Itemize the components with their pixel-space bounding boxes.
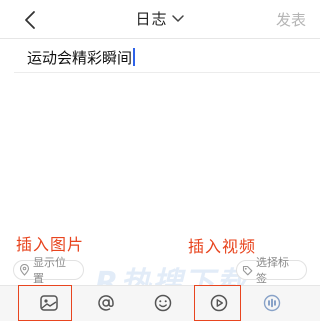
- highlight-box-video: [194, 285, 241, 321]
- location-pin-icon: [19, 264, 30, 276]
- title-input-text: 运动会精彩瞬间: [27, 48, 133, 67]
- annotation-insert-image: 插入图片: [16, 235, 85, 254]
- text-caret: [133, 48, 136, 66]
- select-tags-button[interactable]: 选择标签: [236, 256, 307, 285]
- annotation-insert-video: 插入视频: [188, 237, 257, 256]
- title-divider: [14, 72, 320, 73]
- emoji-button[interactable]: [148, 290, 178, 316]
- title-input[interactable]: 运动会精彩瞬间: [27, 47, 136, 67]
- publish-button[interactable]: 发表: [276, 9, 306, 30]
- page-title-wrap: 日志: [0, 8, 320, 29]
- show-location-button[interactable]: 显示位置: [13, 256, 84, 285]
- audio-button[interactable]: [257, 290, 287, 316]
- highlight-box-image: [18, 285, 72, 321]
- mention-button[interactable]: [91, 290, 121, 316]
- tag-icon: [242, 265, 253, 275]
- mention-icon: [98, 295, 114, 311]
- show-location-label: 显示位置: [33, 256, 66, 285]
- header-divider: [0, 38, 320, 39]
- select-tags-label: 选择标签: [256, 256, 289, 285]
- chevron-down-icon[interactable]: [171, 14, 185, 24]
- page-title[interactable]: 日志: [135, 8, 167, 29]
- audio-icon: [263, 294, 281, 312]
- emoji-icon: [154, 294, 172, 312]
